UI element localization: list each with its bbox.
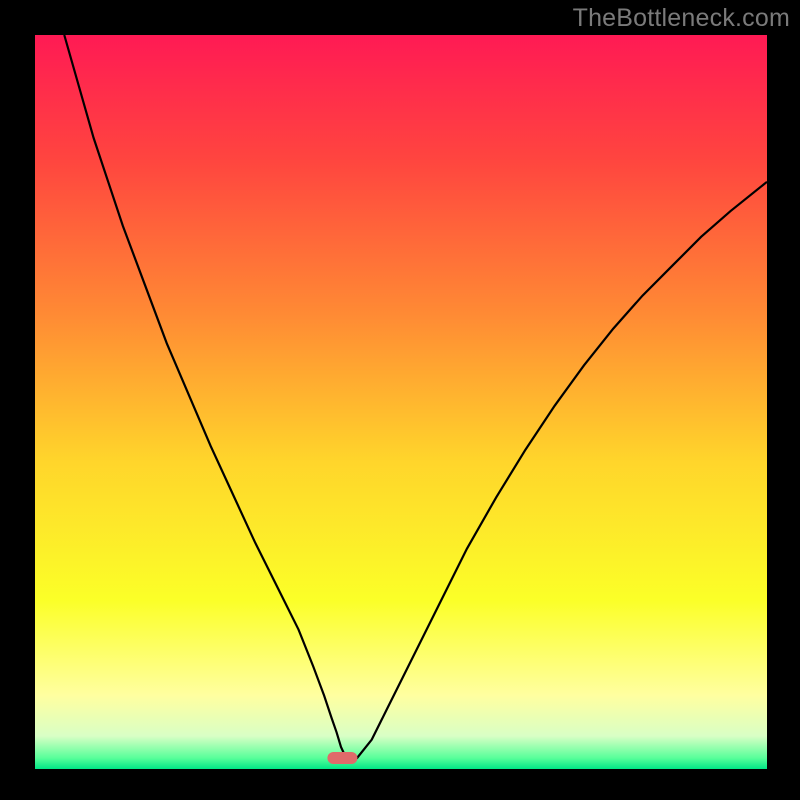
plot-background	[35, 35, 767, 769]
watermark-text: TheBottleneck.com	[573, 4, 790, 33]
optimal-marker	[327, 752, 357, 764]
chart-container: TheBottleneck.com	[0, 0, 800, 800]
bottleneck-chart	[0, 0, 800, 800]
